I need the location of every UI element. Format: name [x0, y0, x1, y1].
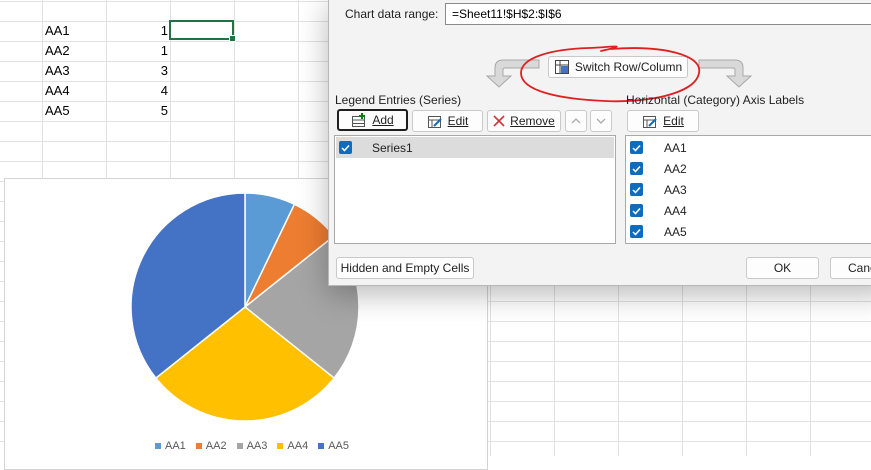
edit-axis-labels-button[interactable]: Edit — [627, 110, 699, 132]
axis-label-text: AA4 — [664, 203, 687, 218]
chart-data-range-label: Chart data range: — [345, 7, 439, 21]
cancel-label: Cance — [848, 261, 871, 275]
legend-entries-header: Legend Entries (Series) — [335, 93, 462, 107]
select-data-source-dialog: Chart data range: Switch Row/Column Lege… — [328, 0, 871, 286]
chevron-down-icon — [596, 118, 606, 124]
chart-data-range-input[interactable] — [445, 3, 871, 25]
axis-label-row[interactable]: AA2 — [627, 158, 871, 179]
axis-label-text: AA2 — [664, 161, 687, 176]
axis-label-checkbox[interactable] — [630, 141, 643, 154]
active-cell-selection[interactable] — [169, 20, 236, 42]
axis-label-text: AA5 — [664, 224, 687, 239]
cell-label[interactable]: AA3 — [45, 61, 70, 81]
legend-entry-aa4[interactable]: AA4 — [277, 440, 308, 452]
legend-swatch — [195, 443, 202, 449]
move-down-button[interactable] — [590, 110, 612, 132]
cell-label[interactable]: AA4 — [45, 81, 70, 101]
legend-entry-aa1[interactable]: AA1 — [155, 440, 186, 452]
axis-edit-label: Edit — [663, 114, 684, 128]
axis-label-row[interactable]: AA4 — [627, 200, 871, 221]
axis-label-row[interactable]: AA3 — [627, 179, 871, 200]
axis-labels-list[interactable]: AA1 AA2 AA3 AA4 AA5 — [625, 135, 871, 244]
hidden-empty-cells-label: Hidden and Empty Cells — [340, 261, 470, 275]
edit-icon — [427, 115, 442, 128]
checkmark-icon — [632, 165, 641, 173]
remove-icon — [493, 115, 505, 127]
axis-label-text: AA3 — [664, 182, 687, 197]
legend-entries-list[interactable]: Series1 — [334, 135, 616, 244]
legend-entry-aa5[interactable]: AA5 — [318, 440, 349, 452]
checkmark-icon — [632, 228, 641, 236]
cell-value[interactable]: 1 — [128, 21, 168, 41]
edit-icon — [643, 115, 657, 128]
hidden-empty-cells-button[interactable]: Hidden and Empty Cells — [336, 257, 474, 279]
legend-entry-aa3[interactable]: AA3 — [236, 440, 268, 452]
checkmark-icon — [341, 144, 350, 152]
legend-swatch — [236, 443, 243, 449]
edit-label: Edit — [447, 114, 469, 128]
ok-label: OK — [773, 261, 792, 275]
edit-series-button[interactable]: Edit — [412, 110, 483, 132]
axis-label-checkbox[interactable] — [630, 225, 643, 238]
legend-swatch — [155, 443, 161, 449]
axis-label-text: AA1 — [664, 140, 687, 155]
remove-label: Remove — [510, 114, 555, 128]
axis-label-checkbox[interactable] — [630, 204, 643, 217]
add-series-button[interactable]: Add — [337, 109, 408, 131]
checkmark-icon — [632, 144, 641, 152]
axis-labels-header: Horizontal (Category) Axis Labels — [626, 93, 805, 107]
legend-label: AA1 — [165, 440, 186, 452]
series-row[interactable]: Series1 — [336, 137, 614, 158]
ok-button[interactable]: OK — [746, 257, 819, 279]
add-icon — [352, 112, 366, 127]
checkmark-icon — [632, 186, 641, 194]
axis-label-checkbox[interactable] — [630, 183, 643, 196]
axis-label-row[interactable]: AA5 — [627, 221, 871, 242]
cell-value[interactable]: 3 — [128, 61, 168, 81]
add-label: Add — [372, 113, 394, 127]
legend-label: AA4 — [287, 440, 309, 452]
series-label: Series1 — [372, 140, 413, 155]
legend-label: AA3 — [246, 440, 268, 452]
cell-value[interactable]: 1 — [128, 41, 168, 61]
chevron-up-icon — [571, 118, 581, 124]
cell-value[interactable]: 5 — [128, 101, 168, 121]
cell-label[interactable]: AA2 — [45, 41, 70, 61]
remove-series-button[interactable]: Remove — [487, 110, 561, 132]
axis-label-checkbox[interactable] — [630, 162, 643, 175]
legend-entry-aa2[interactable]: AA2 — [195, 440, 227, 452]
legend-swatch — [277, 443, 284, 449]
chart-legend: AA1 AA2 AA3 AA4 AA5 — [155, 440, 349, 452]
cell-label[interactable]: AA5 — [45, 101, 70, 121]
axis-label-row[interactable]: AA1 — [627, 137, 871, 158]
legend-label: AA2 — [205, 440, 227, 452]
checkmark-icon — [632, 207, 641, 215]
cell-label[interactable]: AA1 — [45, 21, 70, 41]
cancel-button[interactable]: Cance — [830, 257, 871, 279]
series-checkbox[interactable] — [339, 141, 352, 154]
move-up-button[interactable] — [565, 110, 587, 132]
legend-label: AA5 — [328, 440, 349, 452]
cell-value[interactable]: 4 — [128, 81, 168, 101]
legend-swatch — [318, 443, 325, 449]
